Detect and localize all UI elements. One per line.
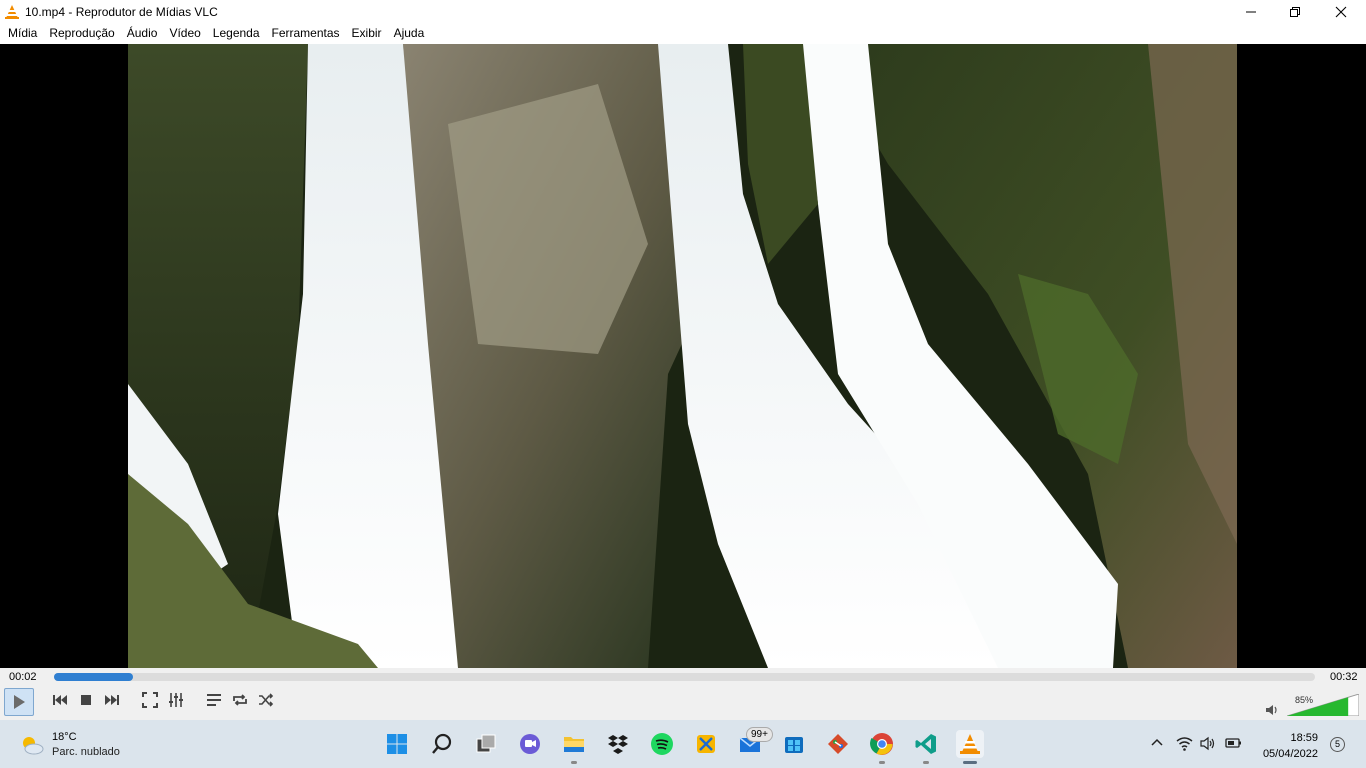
fullscreen-button[interactable] [138,688,162,712]
stop-icon [81,695,91,705]
active-indicator [963,761,977,764]
windows-start-icon [387,734,407,754]
next-button[interactable] [100,688,124,712]
seek-slider[interactable] [54,673,1315,681]
system-clock[interactable]: 18:59 05/04/2022 [1252,730,1318,762]
snipping-tool-icon [697,735,715,753]
playlist-icon [207,694,221,706]
search-button[interactable] [428,730,456,758]
taskbar-vscode[interactable] [912,730,940,764]
search-icon [432,733,452,754]
maximize-button[interactable] [1272,0,1318,23]
taskbar-snipping-tool[interactable] [692,730,720,758]
chrome-icon [870,733,893,755]
menu-video[interactable]: Vídeo [163,23,206,44]
next-icon [105,695,119,705]
extended-settings-button[interactable] [164,688,188,712]
taskbar-store[interactable] [780,730,808,758]
dropbox-icon [608,735,628,754]
minimize-button[interactable] [1228,0,1274,23]
taskbar-chrome[interactable] [868,730,896,764]
elapsed-time: 00:02 [9,671,37,683]
menu-reproducao[interactable]: Reprodução [43,23,120,44]
video-frame-waterfall [128,44,1237,668]
taskbar-git[interactable] [824,730,852,758]
partly-cloudy-icon [23,737,44,755]
loop-icon [233,694,247,706]
close-icon [1335,6,1347,17]
speaker-icon[interactable] [1200,736,1216,751]
store-icon [785,737,803,753]
chat-icon [520,734,540,754]
menu-legenda[interactable]: Legenda [207,23,266,44]
task-view-icon [476,734,496,753]
taskbar-file-explorer[interactable] [560,730,588,764]
running-indicator [923,761,929,764]
fullscreen-icon [142,692,158,708]
windows-taskbar: 18°C Parc. nublado [0,720,1366,768]
taskbar-spotify[interactable] [648,730,676,758]
vlc-logo-icon [5,4,19,19]
previous-icon [53,695,67,705]
menu-ajuda[interactable]: Ajuda [388,23,431,44]
chevron-up-icon[interactable] [1150,736,1164,750]
taskbar-vlc[interactable] [956,730,984,764]
shuffle-button[interactable] [254,688,278,712]
vlc-cone-icon [960,734,980,754]
clock-time: 18:59 [1290,732,1318,744]
menu-audio[interactable]: Áudio [121,23,164,44]
previous-button[interactable] [48,688,72,712]
running-indicator [571,761,577,764]
battery-icon[interactable] [1224,736,1242,750]
waterfall-video-image [128,44,1237,668]
volume-icon[interactable] [1265,703,1279,717]
play-button[interactable] [4,688,34,716]
start-button[interactable] [383,730,411,758]
menu-ferramentas[interactable]: Ferramentas [266,23,346,44]
teams-chat-button[interactable] [516,730,544,758]
weather-widget[interactable]: 18°C Parc. nublado [20,730,120,760]
equalizer-icon [169,693,183,707]
vscode-icon [915,734,936,754]
notification-count-badge[interactable]: 5 [1330,737,1345,752]
taskbar-dropbox[interactable] [604,730,632,758]
mail-unread-badge: 99+ [746,727,773,742]
shuffle-icon [259,693,274,707]
task-view-button[interactable] [472,730,500,758]
spotify-icon [651,733,673,755]
close-button[interactable] [1318,0,1364,23]
video-area[interactable] [0,44,1366,668]
volume-slider[interactable] [1287,694,1359,716]
weather-temperature: 18°C [52,731,77,743]
folder-icon [564,737,584,752]
window-title: 10.mp4 - Reprodutor de Mídias VLC [25,4,218,19]
menu-bar: Mídia Reprodução Áudio Vídeo Legenda Fer… [0,23,1366,44]
seek-progress-fill [54,673,133,681]
total-time: 00:32 [1330,671,1358,683]
stop-button[interactable] [74,688,98,712]
restore-icon [1290,6,1300,17]
loop-button[interactable] [228,688,252,712]
minimize-icon [1246,11,1256,12]
play-icon [14,695,25,709]
git-tool-icon [828,734,848,754]
wifi-icon[interactable] [1176,736,1193,751]
running-indicator [879,761,885,764]
menu-midia[interactable]: Mídia [2,23,43,44]
menu-exibir[interactable]: Exibir [346,23,388,44]
title-bar: 10.mp4 - Reprodutor de Mídias VLC [0,0,1366,23]
clock-date: 05/04/2022 [1262,748,1318,760]
weather-description: Parc. nublado [52,746,120,758]
playlist-button[interactable] [202,688,226,712]
